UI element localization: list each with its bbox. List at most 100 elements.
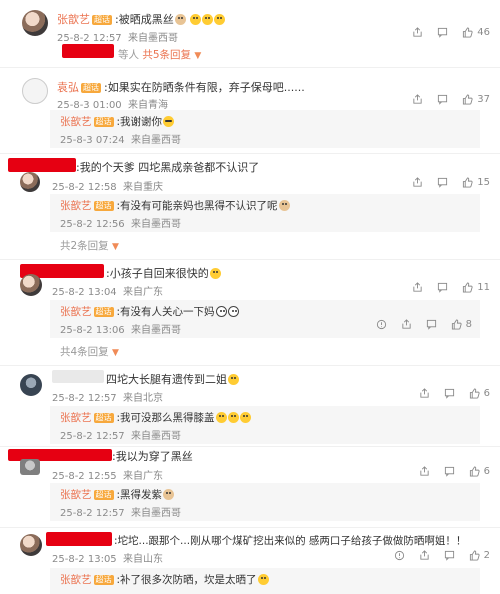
username[interactable]: 张歆艺 [60,489,92,501]
comment-button[interactable] [437,177,448,188]
more-replies-link[interactable]: 共4条回复 ▼ [60,344,119,359]
reply-text-line: 张歆艺 超话:有没有人关心一下妈 [60,304,239,319]
share-icon [420,466,429,476]
report-icon [376,319,386,330]
reply-meta: 25-8-2 13:06 来自墨西哥 [60,321,181,336]
username[interactable]: 张歆艺 [60,116,92,128]
avatar[interactable] [20,172,40,192]
comment-button[interactable] [437,282,448,293]
like-button[interactable]: 37 [462,94,490,105]
like-button[interactable]: 6 [469,388,490,399]
dog-emoji-icon [163,489,175,500]
comment-text-line: :我以为穿了黑丝 [112,448,193,464]
like-count: 15 [477,177,490,188]
replies-count: 共5条回复 [142,49,192,61]
like-count: 6 [483,388,490,399]
username[interactable]: 张歆艺 [60,412,92,424]
comment-text-line: 张歆艺 超话:被晒成黑丝 [57,11,226,27]
report-button[interactable] [394,550,405,561]
share-button[interactable] [401,319,412,330]
thumbs-up-icon [463,94,473,105]
avatar[interactable] [22,78,48,104]
share-button[interactable] [412,282,423,293]
username[interactable]: 张歆艺 [60,574,92,586]
more-replies-link[interactable]: 共2条回复 ▼ [60,238,119,253]
chevron-down-icon: ▼ [194,51,202,61]
like-button[interactable]: 2 [469,550,490,561]
avatar[interactable] [20,534,42,556]
timestamp: 25-8-2 12:57 [60,431,125,442]
comment-icon [444,466,454,477]
comment-meta: 25-8-2 12:57 来自北京 [52,389,163,404]
avatar[interactable] [20,374,42,396]
username[interactable]: 袁弘 [57,81,79,94]
reply-meta: 25-8-2 12:57 来自墨西哥 [60,427,181,442]
thumbs-up-icon [463,282,473,293]
comment-text: :小孩子自回来很快的 [106,267,209,280]
share-icon [420,550,429,560]
timestamp: 25-8-2 13:05 [52,554,117,565]
timestamp: 25-8-2 12:56 [60,219,125,230]
comment-button[interactable] [444,466,455,477]
username[interactable]: 张歆艺 [60,306,92,318]
more-replies-link[interactable]: 等人 共5条回复 ▼ [118,47,201,62]
location: 来自墨西哥 [131,219,182,230]
comment-button[interactable] [426,319,437,330]
location: 来自墨西哥 [131,508,182,519]
comment-meta: 25-8-2 13:04 来自广东 [52,283,163,298]
comment-button[interactable] [444,388,455,399]
reply-box: 张歆艺 超话:有没有可能亲妈也黑得不认识了呢 25-8-2 12:56 来自墨西哥 [50,194,480,232]
comment-text-line: :我的个天爹 四坨黑成亲爸都不认识了 [76,159,259,175]
comment-text-line: :坨坨...跟那个...刚从哪个煤矿挖出来似的 感两口子给孩子做做防晒啊姐！！ [114,533,466,548]
timestamp: 25-8-2 12:57 [60,508,125,519]
laugh-emoji-icon [214,14,226,25]
share-button[interactable] [419,388,430,399]
reply-text-line: 张歆艺 超话:有没有可能亲妈也黑得不认识了呢 [60,198,290,213]
like-button[interactable]: 6 [469,466,490,477]
report-button[interactable] [376,319,387,330]
report-icon [394,550,404,561]
comment-button[interactable] [437,94,448,105]
comment-text-line: 四坨大长腿有遗传到二姐 [106,371,239,387]
reply-meta: 25-8-2 12:57 来自墨西哥 [60,504,181,519]
comment-text-line: 袁弘 超话:如果实在防晒条件有限，弃子保母吧...... [57,79,305,95]
comment-text: :我的个天爹 四坨黑成亲爸都不认识了 [76,161,260,174]
sunglasses-emoji-icon [163,116,175,127]
avatar[interactable] [20,459,40,475]
like-button[interactable]: 11 [462,282,490,293]
comment-button[interactable] [444,550,455,561]
reply-meta: 25-8-3 07:24 来自墨西哥 [60,131,181,146]
comment-actions: 6 [419,388,490,399]
fan-badge: 超话 [93,490,114,500]
timestamp: 25-8-2 12:57 [52,393,117,404]
share-button[interactable] [412,177,423,188]
share-icon [413,27,422,37]
reply-text: :我谢谢你 [116,116,163,128]
like-button[interactable]: 46 [462,27,490,38]
reply-text: :有没有人关心一下妈 [116,306,215,318]
comment-actions: 6 [419,466,490,477]
comment-button[interactable] [437,27,448,38]
avatar[interactable] [22,10,48,36]
thumbs-up-icon [469,388,480,399]
share-button[interactable] [419,550,430,561]
like-button[interactable]: 15 [462,177,490,188]
panda-emoji-icon [227,306,239,317]
location: 来自墨西哥 [128,33,179,44]
comment-item: 四坨大长腿有遗传到二姐 25-8-2 12:57 来自北京 6 张歆艺 超话:我可… [0,366,500,446]
share-icon [413,177,422,187]
username[interactable]: 张歆艺 [60,200,92,212]
avatar[interactable] [20,274,42,296]
share-button[interactable] [412,94,423,105]
like-button[interactable]: 8 [451,319,472,330]
fan-badge: 超话 [93,307,114,317]
timestamp: 25-8-2 13:06 [60,325,125,336]
comment-item: 张歆艺 超话:被晒成黑丝 25-8-2 12:57 来自墨西哥 46 等人 共5条… [0,0,500,66]
fan-badge: 超话 [92,15,112,25]
username[interactable]: 张歆艺 [57,13,90,26]
like-count: 6 [483,466,490,477]
share-button[interactable] [419,466,430,477]
panda-emoji-icon [215,306,227,317]
comment-meta: 25-8-2 12:58 来自重庆 [52,178,163,193]
share-button[interactable] [412,27,423,38]
